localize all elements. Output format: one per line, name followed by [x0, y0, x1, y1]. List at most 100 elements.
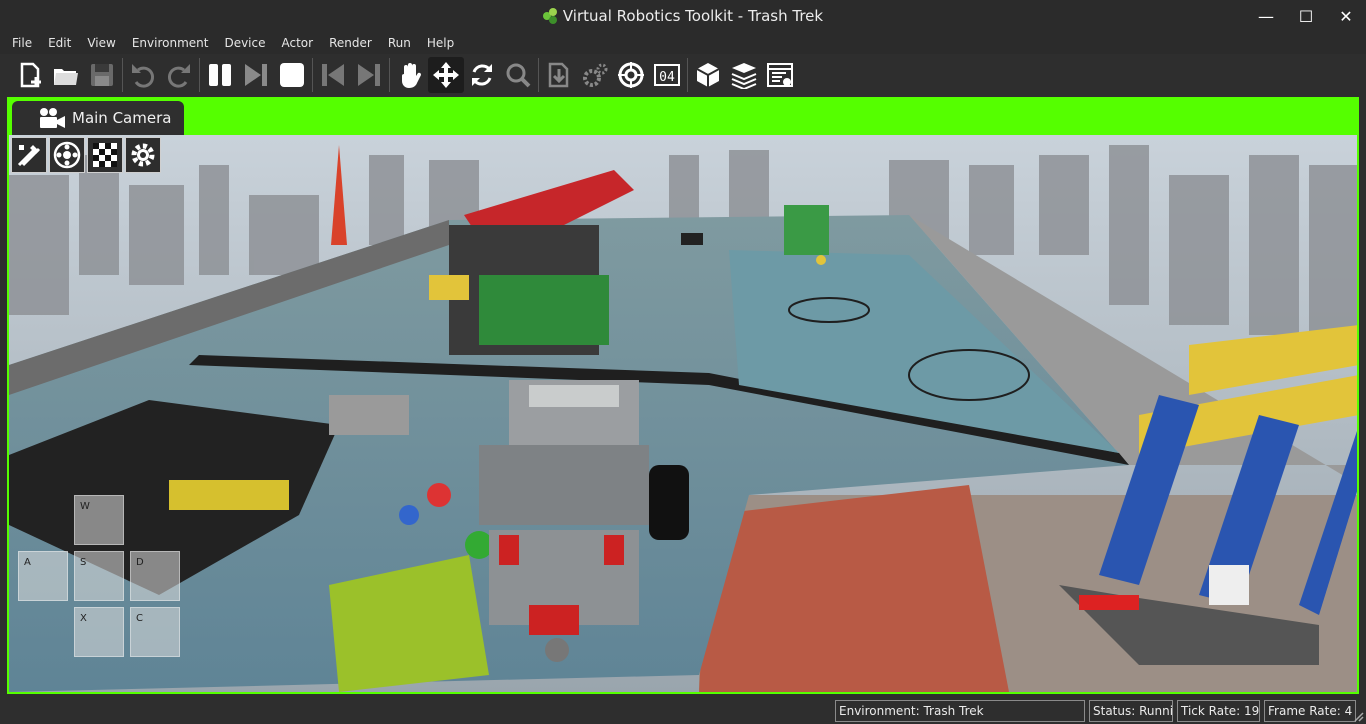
toolbar-separator [312, 58, 313, 92]
checker-button[interactable] [87, 137, 123, 173]
target-icon [618, 62, 644, 88]
status-environment: Environment: Trash Trek [835, 700, 1085, 722]
target-button[interactable] [613, 57, 649, 93]
menu-environment[interactable]: Environment [124, 32, 217, 54]
save-button[interactable] [84, 57, 120, 93]
key-d[interactable]: D [130, 551, 180, 601]
mat-dot [399, 505, 419, 525]
toolbar-separator [389, 58, 390, 92]
rotate-icon [472, 64, 492, 86]
app-logo-icon [542, 8, 559, 24]
gears-button[interactable] [577, 57, 613, 93]
viewport-toolbar [11, 137, 161, 173]
status-tick-rate: Tick Rate: 192 [1177, 700, 1260, 722]
hand-tool-button[interactable] [392, 57, 428, 93]
camera-icon [40, 108, 65, 128]
form-icon [767, 63, 793, 87]
counter-label: 04 [659, 70, 675, 85]
undo-button[interactable] [125, 57, 161, 93]
menu-render[interactable]: Render [321, 32, 380, 54]
title-bar: Virtual Robotics Toolkit - Trash Trek — … [0, 0, 1366, 32]
cube-icon [696, 63, 720, 87]
zoom-icon [506, 63, 531, 88]
cube-button[interactable] [690, 57, 726, 93]
status-frame-rate: Frame Rate: 4 [1264, 700, 1356, 722]
key-w[interactable]: W [74, 495, 124, 545]
window-title: Virtual Robotics Toolkit - Trash Trek [542, 7, 823, 25]
new-file-button[interactable] [12, 57, 48, 93]
import-icon [548, 62, 569, 88]
move-tool-button[interactable] [428, 57, 464, 93]
toolbar-separator [538, 58, 539, 92]
menu-bar: File Edit View Environment Device Actor … [0, 32, 1366, 54]
rotate-tool-button[interactable] [464, 57, 500, 93]
undo-icon [132, 64, 154, 88]
3d-viewport[interactable]: W A S D X C [7, 135, 1359, 694]
minimize-button[interactable]: — [1246, 0, 1286, 32]
settings-button[interactable] [125, 137, 161, 173]
layers-button[interactable] [726, 57, 762, 93]
gears-icon [583, 63, 608, 87]
menu-edit[interactable]: Edit [40, 32, 79, 54]
pause-button[interactable] [202, 57, 238, 93]
menu-file[interactable]: File [4, 32, 40, 54]
toolbar-separator [122, 58, 123, 92]
tab-label: Main Camera [72, 109, 172, 127]
roof-building [699, 485, 1009, 692]
status-run-state: Status: Running [1089, 700, 1173, 722]
layers-icon [731, 63, 757, 89]
counter-icon: 04 [654, 64, 680, 86]
close-icon: ✕ [1339, 6, 1353, 26]
maximize-icon: ☐ [1298, 6, 1314, 26]
robot-wheel-icon [53, 141, 81, 169]
skip-back-icon [322, 64, 344, 86]
mat-dot [427, 483, 451, 507]
scene-render[interactable] [9, 135, 1359, 692]
form-button[interactable] [762, 57, 798, 93]
skip-forward-button[interactable] [351, 57, 387, 93]
zoom-tool-button[interactable] [500, 57, 536, 93]
save-icon [91, 64, 113, 86]
mat-dot [465, 531, 493, 559]
skip-back-button[interactable] [315, 57, 351, 93]
menu-run[interactable]: Run [380, 32, 419, 54]
settings-icon [131, 143, 155, 167]
redo-icon [168, 64, 190, 88]
robot-wheel-button[interactable] [49, 137, 85, 173]
move-icon [433, 62, 459, 88]
stop-button[interactable] [274, 57, 310, 93]
menu-view[interactable]: View [79, 32, 123, 54]
maximize-button[interactable]: ☐ [1286, 0, 1326, 32]
open-folder-button[interactable] [48, 57, 84, 93]
import-button[interactable] [541, 57, 577, 93]
key-x[interactable]: X [74, 607, 124, 657]
menu-help[interactable]: Help [419, 32, 462, 54]
status-bar: Environment: Trash Trek Status: Running … [0, 698, 1366, 724]
close-button[interactable]: ✕ [1326, 0, 1366, 32]
menu-device[interactable]: Device [216, 32, 273, 54]
keyboard-overlay: W A S D X C [17, 495, 187, 665]
skip-forward-icon [358, 64, 380, 86]
resize-grip-icon[interactable] [1352, 710, 1364, 722]
open-folder-icon [54, 69, 78, 85]
toolbar-separator [199, 58, 200, 92]
tools-button[interactable] [11, 137, 47, 173]
toolbar: 04 [0, 54, 1366, 96]
key-s[interactable]: S [74, 551, 124, 601]
checker-icon [93, 143, 117, 167]
menu-actor[interactable]: Actor [274, 32, 322, 54]
hand-icon [402, 63, 422, 88]
redo-button[interactable] [161, 57, 197, 93]
key-c[interactable]: C [130, 607, 180, 657]
stop-icon [280, 63, 304, 87]
tab-main-camera[interactable]: Main Camera [12, 101, 184, 135]
toolbar-separator [687, 58, 688, 92]
new-file-icon [20, 62, 41, 88]
camera-tab-bar: Main Camera [7, 97, 1359, 135]
minimize-icon: — [1258, 6, 1274, 26]
tools-icon [17, 145, 41, 167]
step-forward-button[interactable] [238, 57, 274, 93]
counter-button[interactable]: 04 [649, 57, 685, 93]
key-a[interactable]: A [18, 551, 68, 601]
step-forward-icon [245, 64, 267, 86]
